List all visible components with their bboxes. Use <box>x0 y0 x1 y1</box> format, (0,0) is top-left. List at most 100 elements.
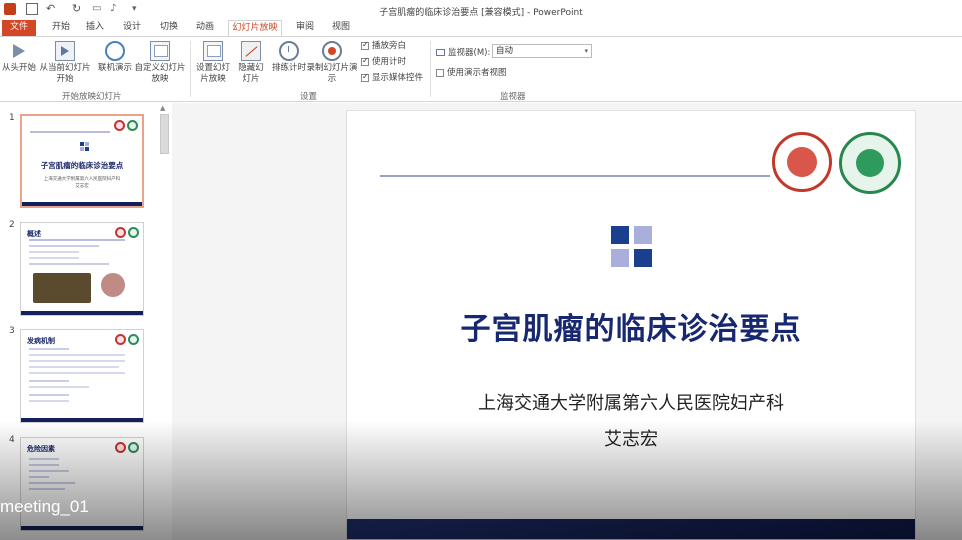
rehearse-timings-button[interactable]: 排练计时 <box>270 41 308 74</box>
ribbon: 从头开始 从当前幻灯片开始 联机演示 自定义幻灯片放映 开始放映幻灯片 设置幻灯… <box>0 36 962 102</box>
thumbnail-footer-bar <box>22 202 142 206</box>
thumbnail-title: 危险因素 <box>27 445 55 453</box>
checkbox-icon <box>361 56 369 66</box>
thumbnail-subtitle: 上海交通大学附属第六人民医院妇产科 <box>43 177 121 182</box>
setup-slideshow-label: 设置幻灯片放映 <box>195 63 230 84</box>
text-line <box>29 263 109 265</box>
thumbnail-slide-2[interactable]: 概述 <box>20 222 144 316</box>
monitor-value: 自动 <box>496 46 514 56</box>
monitor-dropdown[interactable]: 自动 ▾ <box>492 44 592 58</box>
text-line <box>29 372 125 374</box>
text-line <box>29 394 69 396</box>
text-line <box>29 476 49 478</box>
thumbnails-scrollbar[interactable] <box>160 114 169 154</box>
text-line <box>29 400 69 402</box>
text-line <box>29 386 89 388</box>
from-beginning-label: 从头开始 <box>2 63 37 73</box>
checkbox-icon <box>436 68 444 77</box>
setup-icon <box>203 41 223 61</box>
globe-icon <box>105 41 125 61</box>
text-line <box>29 360 125 362</box>
text-line <box>29 380 69 382</box>
decor-square <box>634 226 652 244</box>
divider-line <box>30 131 110 133</box>
university-seal-icon <box>114 120 125 131</box>
group-divider <box>430 41 431 97</box>
thumbnail-author: 艾志宏 <box>75 184 89 189</box>
tab-transitions[interactable]: 切换 <box>154 20 184 36</box>
setup-group-label: 设置 <box>300 92 318 102</box>
tab-review[interactable]: 审阅 <box>290 20 320 36</box>
decor-square <box>611 249 629 267</box>
play-narrations-label: 播放旁白 <box>372 41 407 51</box>
text-line <box>29 458 59 460</box>
from-current-slide-button[interactable]: 从当前幻灯片开始 <box>38 41 92 85</box>
hospital-seal-icon <box>839 132 901 194</box>
text-line <box>29 354 125 356</box>
monitor-label: 监视器(M): <box>436 46 490 58</box>
tab-view[interactable]: 视图 <box>326 20 356 36</box>
tab-animations[interactable]: 动画 <box>190 20 220 36</box>
hide-slide-button[interactable]: 隐藏幻灯片 <box>236 41 266 85</box>
use-timings-checkbox[interactable]: 使用计时 <box>361 56 407 67</box>
thumbnail-number: 4 <box>9 435 15 445</box>
university-seal-icon <box>115 442 126 453</box>
record-icon <box>322 41 342 61</box>
presenter-view-checkbox[interactable]: 使用演示者视图 <box>436 68 507 78</box>
thumbnail-title: 发病机制 <box>27 337 55 345</box>
current-slide-icon <box>55 41 75 61</box>
present-online-label: 联机演示 <box>97 63 132 73</box>
thumbnail-footer-bar <box>21 311 143 315</box>
thumbnail-number: 1 <box>9 113 15 123</box>
text-line <box>29 464 59 466</box>
header-divider-line <box>380 175 770 177</box>
hide-slide-icon <box>241 41 261 61</box>
thumbnail-slide-3[interactable]: 发病机制 <box>20 329 144 423</box>
record-slideshow-label: 录制幻灯片演示 <box>306 63 358 84</box>
monitor-group-label: 监视器 <box>500 92 526 102</box>
record-slideshow-button[interactable]: 录制幻灯片演示 <box>306 41 358 85</box>
use-timings-label: 使用计时 <box>372 57 407 67</box>
text-line <box>29 245 99 247</box>
decor-square <box>611 226 629 244</box>
thumbnail-number: 3 <box>9 326 15 336</box>
thumbnail-slide-1[interactable]: 子宫肌瘤的临床诊治要点 上海交通大学附属第六人民医院妇产科 艾志宏 <box>20 114 144 208</box>
tab-insert[interactable]: 插入 <box>80 20 110 36</box>
text-line <box>29 257 79 259</box>
present-online-button[interactable]: 联机演示 <box>96 41 134 74</box>
tab-slideshow[interactable]: 幻灯片放映 <box>228 20 282 36</box>
university-seal-icon <box>115 227 126 238</box>
play-narrations-checkbox[interactable]: 播放旁白 <box>361 40 407 51</box>
setup-slideshow-button[interactable]: 设置幻灯片放映 <box>192 41 234 85</box>
thumbnail-number: 2 <box>9 220 15 230</box>
slide-subtitle: 上海交通大学附属第六人民医院妇产科 <box>478 393 784 414</box>
custom-slideshow-button[interactable]: 自定义幻灯片放映 <box>134 41 186 85</box>
current-slide[interactable]: 子宫肌瘤的临床诊治要点 上海交通大学附属第六人民医院妇产科 艾志宏 <box>346 110 916 540</box>
window-title: 子宫肌瘤的临床诊治要点 [兼容模式] - PowerPoint <box>379 8 583 18</box>
divider-line <box>29 239 125 241</box>
university-seal-icon <box>772 132 832 192</box>
monitor-label-text: 监视器(M): <box>448 48 491 58</box>
hospital-seal-icon <box>128 334 139 345</box>
tab-home[interactable]: 开始 <box>46 20 76 36</box>
hospital-seal-icon <box>127 120 138 131</box>
decor-square <box>85 147 89 151</box>
decor-square <box>80 147 84 151</box>
from-beginning-button[interactable]: 从头开始 <box>2 41 36 74</box>
text-line <box>29 366 119 368</box>
hide-slide-label: 隐藏幻灯片 <box>238 63 264 84</box>
decor-square <box>80 142 84 146</box>
slide-author: 艾志宏 <box>604 429 658 450</box>
thumbnail-footer-bar <box>21 526 143 530</box>
thumbnail-title: 子宫肌瘤的临床诊治要点 <box>40 161 124 170</box>
text-line <box>29 488 65 490</box>
tab-file[interactable]: 文件 <box>2 20 36 36</box>
stopwatch-icon <box>279 41 299 61</box>
tab-design[interactable]: 设计 <box>117 20 147 36</box>
specimen-photo <box>33 273 91 303</box>
show-media-controls-label: 显示媒体控件 <box>372 73 424 83</box>
checkbox-icon <box>361 72 369 82</box>
show-media-controls-checkbox[interactable]: 显示媒体控件 <box>361 72 424 83</box>
rehearse-timings-label: 排练计时 <box>271 63 306 73</box>
scroll-up-icon[interactable]: ▲ <box>160 104 165 112</box>
